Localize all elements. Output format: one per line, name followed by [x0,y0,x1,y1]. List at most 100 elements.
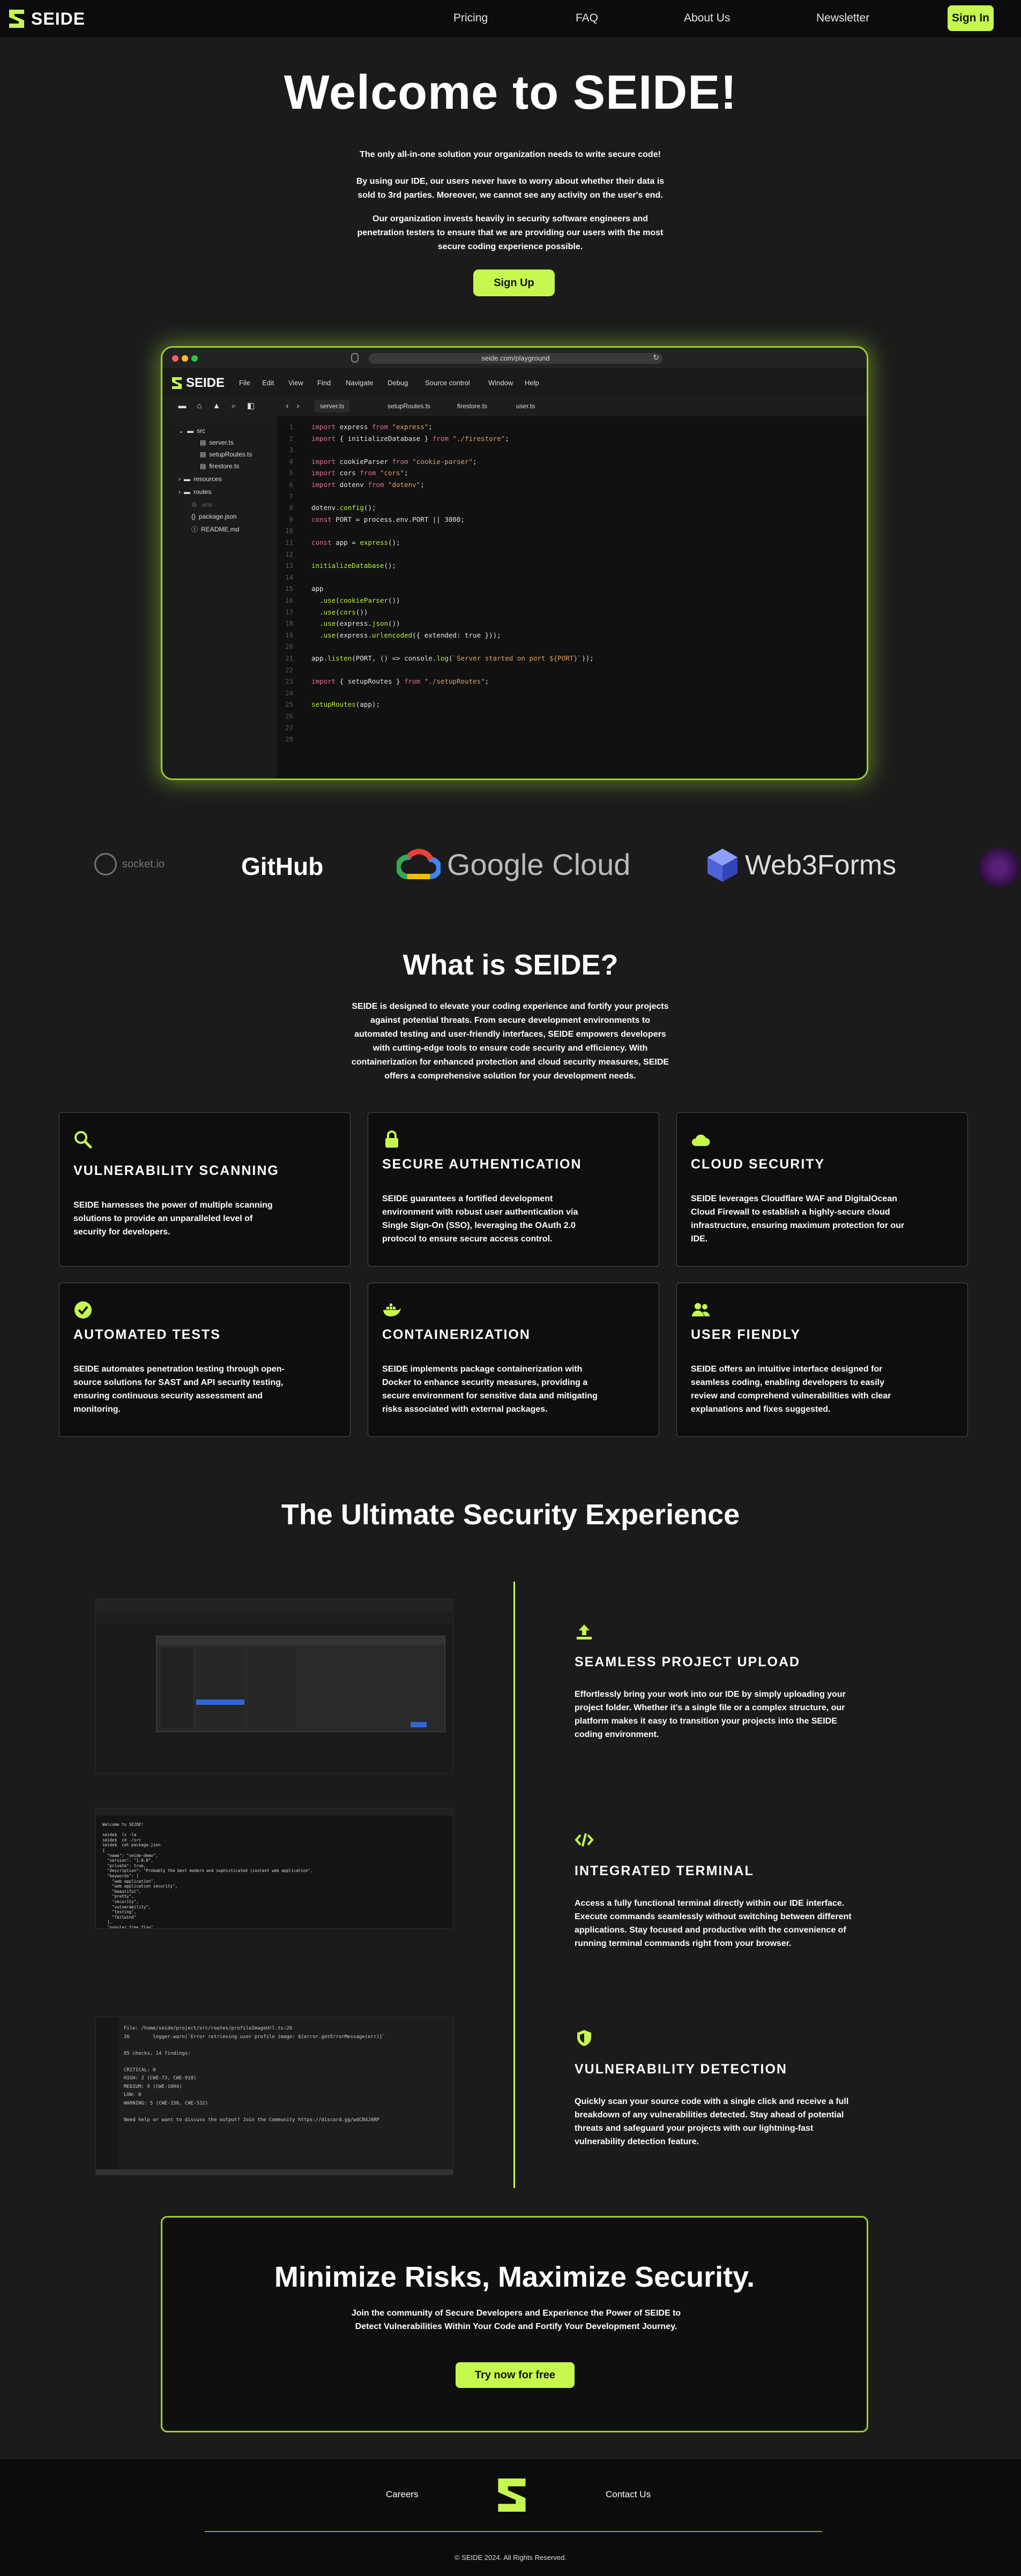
ide-toolbar: ▬ ⌂ ▲ ⌕ ◧ ‹ › server.ts setupRoutes.ts f… [162,396,867,416]
nav-link-faq[interactable]: FAQ [576,12,598,25]
feature-title-terminal: INTEGRATED TERMINAL [575,1863,754,1878]
mini-titlebar [96,1599,453,1611]
google-cloud-label: Google Cloud [447,847,631,881]
card-title: CLOUD SECURITY [691,1157,825,1172]
close-dot [172,355,178,362]
menu-window[interactable]: Window [488,379,513,387]
tree-label: firestore.ts [209,462,240,470]
braces-icon: {} [191,513,196,520]
footer-divider [205,2531,822,2532]
line-number: 12 [285,550,293,558]
chevron-right-icon: › [178,488,181,496]
url-bar[interactable]: seide.com/playground [369,353,662,364]
code-line: app [311,585,324,593]
file-tree: ⌄ ▬ src ▤ server.ts ▤ setupRoutes.ts ▤ firest… [162,416,277,778]
card-title: USER FIENDLY [691,1327,801,1342]
docker-icon[interactable]: ◧ [246,401,256,411]
tab-server-ts[interactable]: server.ts [315,400,350,413]
code-line: .use(cors()) [311,608,368,616]
tree-item-env[interactable]: ⚙ .env [191,501,212,508]
line-number: 19 [285,631,293,639]
warning-icon[interactable]: ▲ [212,401,221,411]
tree-item-resources[interactable]: › ▬ resources [178,475,222,483]
socketio-logo: socket.io [94,853,165,875]
hero-title: Welcome to SEIDE! [284,66,737,119]
reload-icon[interactable]: ↻ [653,353,659,362]
nav-link-about-us[interactable]: About Us [684,12,730,25]
settings-icon: ⚙ [191,501,197,508]
line-number: 17 [285,608,293,616]
footer-link-careers[interactable]: Careers [386,2489,418,2500]
line-number: 18 [285,619,293,628]
back-arrow-icon[interactable]: ‹ [282,401,292,411]
terminal-line: "name": "seide-demo", [102,1853,158,1858]
search-icon[interactable]: ⌕ [229,401,239,411]
terminal-line: "version": "1.0.0", [102,1858,153,1863]
brand-logo[interactable]: SEIDE [8,9,85,29]
sign-in-button[interactable]: Sign In [948,5,994,31]
tree-item-server-ts[interactable]: ▤ server.ts [200,439,234,446]
tree-item-src[interactable]: ⌄ ▬ src [178,427,205,435]
sign-up-button[interactable]: Sign Up [473,269,555,296]
tree-item-package-json[interactable]: {} package.json [191,513,237,520]
terminal-screenshot: Welcome to SEIDE! seide$ ls -la seide$ cd… [95,1808,453,1929]
line-number: 11 [285,538,293,546]
google-cloud-logo: Google Cloud [397,847,630,882]
scan-line: 85 checks, 14 findings: [124,2050,191,2056]
what-is-title: What is SEIDE? [403,949,618,981]
line-number: 3 [289,446,293,454]
shield-small-icon [351,353,359,363]
scan-line: HIGH: 2 (CWE-73, CWE-918) [124,2076,197,2081]
tab-user-ts[interactable]: user.ts [511,400,540,413]
web3forms-label: Web3Forms [745,850,897,881]
tree-item-routes[interactable]: › ▬ routes [178,488,211,496]
home-icon[interactable]: ⌂ [195,401,204,411]
line-number: 16 [285,596,293,604]
timeline-line [513,1582,515,2188]
forward-arrow-icon[interactable]: › [293,401,303,411]
terminal-line: "pretty", [102,1894,134,1899]
nav-link-pricing[interactable]: Pricing [453,12,488,25]
terminal-line: { [102,1847,105,1853]
scan-line [124,2041,385,2050]
tree-label: resources [193,475,222,483]
code-line: .use(cookieParser()) [311,596,400,604]
try-free-button[interactable]: Try now for free [456,2362,575,2388]
cube-icon [707,849,737,882]
menu-help[interactable]: Help [525,379,539,387]
code-editor[interactable]: 1 import express from "express"; 2 import {… [277,416,867,778]
terminal-line: "testing", [102,1909,137,1915]
users-icon [692,1303,710,1316]
tab-firestore-ts[interactable]: firestore.ts [452,400,493,413]
card-description: SEIDE offers an intuitive interface desi… [691,1365,891,1414]
menu-source-control[interactable]: Source control [425,379,470,387]
terminal-line: "private": true, [102,1863,146,1868]
tree-item-setuproutes-ts[interactable]: ▤ setupRoutes.ts [200,451,252,458]
ide-menubar: SEIDE File Edit View Find Navigate Debug… [162,368,867,396]
scan-line: CRITICAL: 0 [124,2067,156,2073]
menu-edit[interactable]: Edit [262,379,274,387]
menu-debug[interactable]: Debug [387,379,408,387]
feature-desc-detection: Quickly scan your source code with a sin… [575,2097,849,2146]
menu-file[interactable]: File [239,379,250,387]
scan-line: Need help or want to discuss the output?… [124,2117,379,2123]
menu-navigate[interactable]: Navigate [346,379,373,387]
menu-find[interactable]: Find [317,379,331,387]
footer-link-contact[interactable]: Contact Us [606,2489,651,2500]
code-line: const app = express(); [311,538,400,546]
tree-item-firestore-ts[interactable]: ▤ firestore.ts [200,462,239,470]
lock-icon [385,1130,398,1148]
code-line: dotenv.config(); [311,504,376,512]
tree-label: setupRoutes.ts [209,451,252,458]
footer-logo-icon[interactable] [495,2476,528,2514]
copyright: © SEIDE 2024. All Rights Reserved. [454,2553,567,2562]
tree-item-readme[interactable]: ⓘ README.md [191,525,239,534]
folder-icon[interactable]: ▬ [177,401,187,411]
tab-setuproutes-ts[interactable]: setupRoutes.ts [382,400,436,413]
menu-view[interactable]: View [288,379,303,387]
nav-link-newsletter[interactable]: Newsletter [816,12,869,25]
top-navbar: SEIDE Pricing FAQ About Us Newsletter Si… [0,0,1021,38]
socketio-icon [94,853,117,875]
line-number: 13 [285,561,293,570]
terminal-line: "description": "Probably the best modern… [102,1868,313,1874]
